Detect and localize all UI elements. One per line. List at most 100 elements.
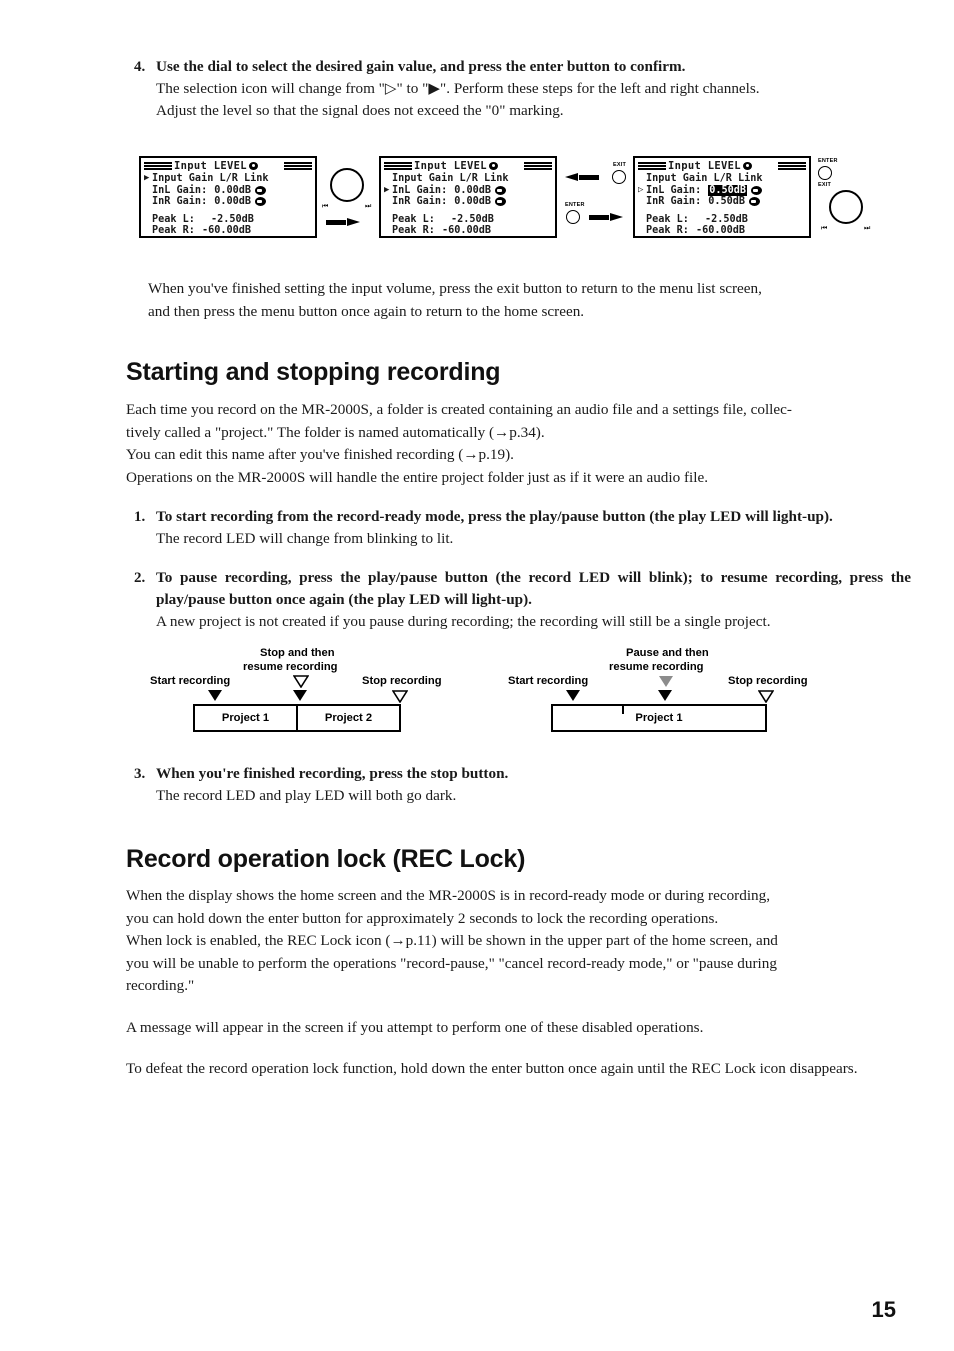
- lcd-1-peak-r-value: -60.00dB: [201, 225, 252, 236]
- step-4-body-line-1: The selection icon will change from "▷" …: [156, 80, 760, 97]
- lcd-screen-3: Input LEVEL Input Gain L/R Link ▷ InL Ga…: [633, 156, 811, 238]
- reclock-p1-line-2: you can hold down the enter button for a…: [126, 909, 719, 927]
- stop-marker-hollow-icon: [293, 675, 309, 688]
- step-4-title: Use the dial to select the desired gain …: [156, 58, 686, 75]
- step-2-heading: 2. To pause recording, press the play/pa…: [126, 567, 911, 611]
- manual-page: 4. Use the dial to select the desired ga…: [0, 0, 954, 1351]
- step-1: 1. To start recording from the record-re…: [126, 506, 911, 550]
- timeline-right-pause-tick: [622, 706, 624, 714]
- exit-button-label-right: EXIT: [818, 182, 832, 188]
- lcd-1-titlebar: Input LEVEL: [144, 160, 312, 172]
- step-3-body: The record LED and play LED will both go…: [156, 787, 457, 804]
- timeline-right-middle-label-line-2: resume recording: [609, 661, 704, 673]
- titlebar-bars-left-icon: [144, 162, 172, 170]
- lcd-2-row-1: ▶ InL Gain: 0.00dB: [384, 185, 552, 197]
- lcd-3-peak-l: Peak L: -2.50dB: [638, 214, 806, 226]
- lcd-3-row-1-label: InL Gain:: [646, 184, 702, 196]
- step-1-title: To start recording from the record-ready…: [156, 508, 833, 525]
- reclock-paragraph-1: When the display shows the home screen a…: [126, 885, 911, 998]
- forward-icon-1: ⏭: [365, 202, 372, 210]
- lcd-3-peak-l-label: Peak L:: [646, 213, 689, 225]
- forward-icon-2: ⏭: [864, 224, 871, 232]
- lcd-1-row-2-value: 0.00dB: [214, 196, 252, 207]
- rewind-icon-2: ⏮: [821, 224, 828, 232]
- titlebar-bars-right-icon: [778, 162, 806, 170]
- lcd-3-row-2-value: 0.50dB: [708, 196, 746, 207]
- enter-button[interactable]: [566, 210, 580, 224]
- lcd-1-row-0-label: Input Gain L/R Link: [152, 173, 269, 184]
- after-figure-line-1: When you've finished setting the input v…: [148, 280, 762, 297]
- selection-cursor-icon: ▶: [384, 184, 390, 195]
- dial-knob-icon: [255, 185, 267, 195]
- lcd-3-peak-l-value: -2.50dB: [704, 213, 748, 225]
- lcd-1-peak-r: Peak R: -60.00dB: [144, 225, 312, 237]
- lcd-1-row-2-label: InR Gain:: [152, 196, 208, 207]
- dial-knob-icon: [749, 197, 761, 207]
- lcd-2-peak-r: Peak R: -60.00dB: [384, 225, 552, 237]
- lcd-2-row-0: Input Gain L/R Link: [384, 173, 552, 185]
- exit-button[interactable]: [612, 170, 626, 184]
- resume-marker-filled-icon: [658, 690, 672, 701]
- dial-knob-icon: [495, 185, 507, 195]
- reclock-p1-line-4: you will be unable to perform the operat…: [126, 954, 777, 972]
- resume-marker-filled-icon: [293, 690, 307, 701]
- lcd-2-row-2-label: InR Gain:: [392, 196, 448, 207]
- reclock-p1-line-5: recording.": [126, 977, 195, 994]
- lcd-3-row-1: ▷ InL Gain: 0.50dB: [638, 184, 806, 196]
- lcd-2-title: Input LEVEL: [414, 159, 487, 172]
- lcd-2-row-1-value: 0.00dB: [454, 184, 492, 196]
- lcd-2-peak-r-label: Peak R:: [392, 225, 435, 236]
- lcd-2-row-2: InR Gain: 0.00dB: [384, 196, 552, 208]
- lcd-3-peak-r: Peak R: -60.00dB: [638, 225, 806, 237]
- input-level-icon: [248, 161, 262, 171]
- lcd-2-row-2-value: 0.00dB: [454, 196, 492, 207]
- step-2-number: 2.: [134, 570, 146, 586]
- lcd-2-row-0-label: Input Gain L/R Link: [392, 173, 509, 184]
- step-3: 3. When you're finished recording, press…: [126, 763, 911, 807]
- timeline-left-cell-0: Project 1: [221, 712, 270, 724]
- step-4-number: 4.: [134, 59, 146, 75]
- reclock-paragraph-2: A message will appear in the screen if y…: [126, 1018, 704, 1036]
- timeline-left-project-boxes: Project 1 Project 2: [193, 704, 401, 732]
- lcd-screen-2: Input LEVEL Input Gain L/R Link ▶ InL Ga…: [379, 156, 557, 238]
- start-recording-marker-icon: [566, 690, 580, 701]
- enter-button-label-right: ENTER: [818, 158, 838, 164]
- step-2: 2. To pause recording, press the play/pa…: [126, 567, 911, 633]
- lcd-1-row-1-label: InL Gain:: [152, 184, 208, 196]
- flow-arrow-left-exit: [565, 173, 599, 182]
- recording-intro-line-2: tively called a "project." The folder is…: [126, 423, 545, 441]
- timeline-pause-resume: Pause and then resume recording Start re…: [508, 647, 848, 743]
- lcd-screen-1: Input LEVEL ▶ Input Gain L/R Link InL Ga…: [139, 156, 317, 238]
- page-content: 4. Use the dial to select the desired ga…: [126, 56, 911, 1081]
- jog-dial-2[interactable]: [829, 190, 863, 224]
- step-3-title: When you're finished recording, press th…: [156, 765, 509, 782]
- step-1-number: 1.: [134, 509, 146, 525]
- enter-button-right[interactable]: [818, 166, 832, 180]
- lcd-3-peak-r-value: -60.00dB: [695, 225, 746, 236]
- reclock-paragraph-3: To defeat the record operation lock func…: [126, 1060, 858, 1077]
- lcd-2-peak-l-value: -2.50dB: [450, 213, 494, 225]
- dial-knob-icon: [495, 197, 507, 207]
- timeline-stop-resume: Stop and then resume recording Start rec…: [150, 647, 480, 743]
- lcd-1-peak-r-label: Peak R:: [152, 225, 195, 236]
- section-heading-starting-stopping: Starting and stopping recording: [126, 358, 501, 386]
- lcd-3-titlebar: Input LEVEL: [638, 160, 806, 172]
- start-recording-marker-icon: [208, 690, 222, 701]
- lcd-1-peak-l-label: Peak L:: [152, 213, 195, 225]
- timeline-left-middle-label-line-1: Stop and then: [260, 647, 335, 659]
- reclock-p1-line-1: When the display shows the home screen a…: [126, 887, 771, 904]
- step-4-heading: 4. Use the dial to select the desired ga…: [126, 56, 911, 78]
- step-1-body: The record LED will change from blinking…: [156, 530, 454, 547]
- lcd-2-peak-r-value: -60.00dB: [441, 225, 492, 236]
- lcd-3-row-2: InR Gain: 0.50dB: [638, 196, 806, 208]
- step-4-body-line-2: Adjust the level so that the signal does…: [156, 102, 564, 119]
- lcd-3-row-1-value-selected: 0.50dB: [708, 184, 748, 196]
- step-4: 4. Use the dial to select the desired ga…: [126, 56, 911, 122]
- jog-dial-1[interactable]: [330, 168, 364, 202]
- lcd-1-row-0: ▶ Input Gain L/R Link: [144, 173, 312, 185]
- reclock-p1-line-3: When lock is enabled, the REC Lock icon …: [126, 932, 778, 949]
- lcd-1-peak-l: Peak L: -2.50dB: [144, 214, 312, 226]
- recording-intro-line-1: Each time you record on the MR-2000S, a …: [126, 401, 792, 418]
- lcd-2-peak-l: Peak L: -2.50dB: [384, 214, 552, 226]
- titlebar-bars-left-icon: [384, 162, 412, 170]
